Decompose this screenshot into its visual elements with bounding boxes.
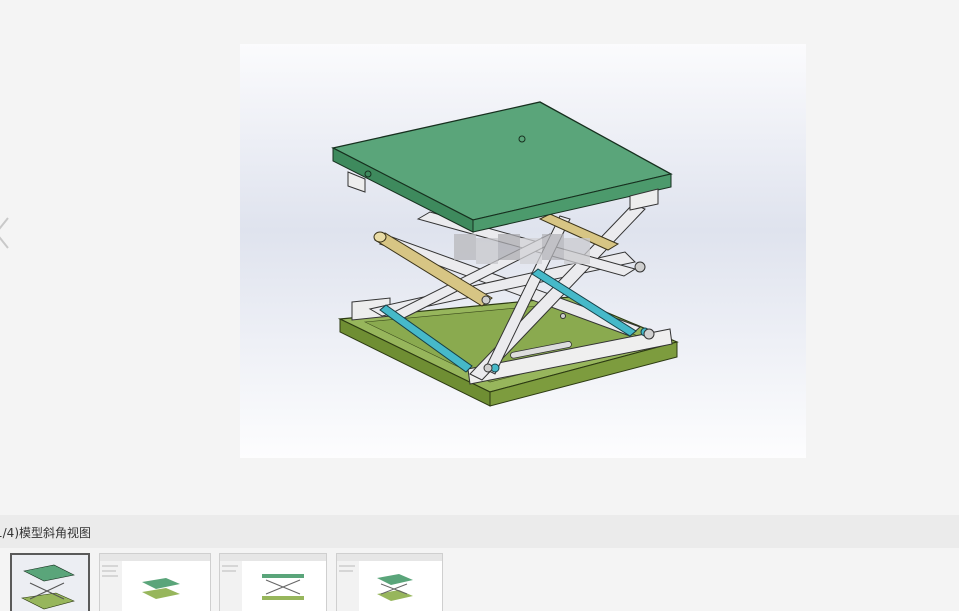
thumbnail-2[interactable] bbox=[99, 553, 211, 611]
main-image bbox=[240, 44, 806, 458]
caption-bar: 1/4)模型斜角视图 bbox=[0, 515, 959, 548]
thumbnail-3[interactable] bbox=[219, 553, 327, 611]
thumbnail-1[interactable] bbox=[10, 553, 90, 611]
image-viewer: 1/4)模型斜角视图 bbox=[0, 0, 959, 611]
thumbnail-strip bbox=[0, 548, 959, 611]
blurred-watermark bbox=[454, 234, 590, 264]
chevron-left-icon[interactable] bbox=[0, 216, 12, 250]
image-caption: 1/4)模型斜角视图 bbox=[0, 526, 91, 540]
thumbnail-4[interactable] bbox=[336, 553, 443, 611]
